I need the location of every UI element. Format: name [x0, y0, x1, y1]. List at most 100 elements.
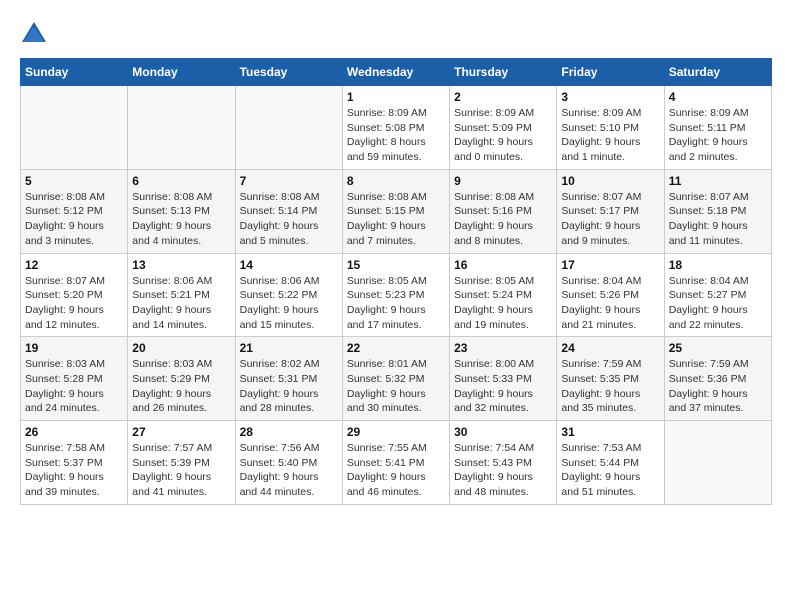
cell-info: Sunrise: 8:07 AMSunset: 5:17 PMDaylight:… [561, 190, 659, 249]
cell-info: Sunrise: 7:54 AMSunset: 5:43 PMDaylight:… [454, 441, 552, 500]
cell-info: Sunrise: 8:05 AMSunset: 5:24 PMDaylight:… [454, 274, 552, 333]
calendar-week-row: 12 Sunrise: 8:07 AMSunset: 5:20 PMDayligh… [21, 253, 772, 337]
calendar-cell: 7Sunrise: 8:08 AMSunset: 5:14 PMDaylight… [235, 169, 342, 253]
cell-info: Sunrise: 7:57 AMSunset: 5:39 PMDaylight:… [132, 441, 230, 500]
day-of-week-header: Monday [128, 59, 235, 86]
day-number: 1 [347, 90, 445, 104]
day-number: 6 [132, 174, 230, 188]
cell-info: Sunrise: 7:56 AMSunset: 5:40 PMDaylight:… [240, 441, 338, 500]
calendar-cell: 23 Sunrise: 8:00 AMSunset: 5:33 PMDayligh… [450, 337, 557, 421]
calendar-cell: 31Sunrise: 7:53 AMSunset: 5:44 PMDayligh… [557, 421, 664, 505]
calendar-cell: 5 Sunrise: 8:08 AMSunset: 5:12 PMDaylight… [21, 169, 128, 253]
calendar-cell: 4 Sunrise: 8:09 AMSunset: 5:11 PMDaylight… [664, 86, 771, 170]
calendar-week-row: 19 Sunrise: 8:03 AMSunset: 5:28 PMDayligh… [21, 337, 772, 421]
day-number: 14 [240, 258, 338, 272]
cell-info: Sunrise: 8:08 AMSunset: 5:16 PMDaylight:… [454, 190, 552, 249]
cell-info: Sunrise: 8:04 AMSunset: 5:27 PMDaylight:… [669, 274, 767, 333]
calendar-cell: 9 Sunrise: 8:08 AMSunset: 5:16 PMDaylight… [450, 169, 557, 253]
calendar-cell: 24 Sunrise: 7:59 AMSunset: 5:35 PMDayligh… [557, 337, 664, 421]
day-number: 22 [347, 341, 445, 355]
day-number: 17 [561, 258, 659, 272]
day-number: 13 [132, 258, 230, 272]
calendar-week-row: 1 Sunrise: 8:09 AMSunset: 5:08 PMDaylight… [21, 86, 772, 170]
calendar-cell: 21 Sunrise: 8:02 AMSunset: 5:31 PMDayligh… [235, 337, 342, 421]
day-number: 26 [25, 425, 123, 439]
day-number: 4 [669, 90, 767, 104]
calendar-cell: 30 Sunrise: 7:54 AMSunset: 5:43 PMDayligh… [450, 421, 557, 505]
cell-info: Sunrise: 8:09 AMSunset: 5:11 PMDaylight:… [669, 106, 767, 165]
day-number: 30 [454, 425, 552, 439]
cell-info: Sunrise: 8:06 AMSunset: 5:22 PMDaylight:… [240, 274, 338, 333]
cell-info: Sunrise: 7:53 AMSunset: 5:44 PMDaylight:… [561, 441, 659, 500]
cell-info: Sunrise: 8:03 AMSunset: 5:29 PMDaylight:… [132, 357, 230, 416]
calendar-cell: 13 Sunrise: 8:06 AMSunset: 5:21 PMDayligh… [128, 253, 235, 337]
day-number: 18 [669, 258, 767, 272]
calendar-cell: 14 Sunrise: 8:06 AMSunset: 5:22 PMDayligh… [235, 253, 342, 337]
day-number: 11 [669, 174, 767, 188]
day-number: 15 [347, 258, 445, 272]
calendar-cell: 19 Sunrise: 8:03 AMSunset: 5:28 PMDayligh… [21, 337, 128, 421]
day-number: 3 [561, 90, 659, 104]
day-of-week-header: Saturday [664, 59, 771, 86]
logo-icon [20, 20, 48, 48]
calendar-cell [128, 86, 235, 170]
calendar-cell: 3 Sunrise: 8:09 AMSunset: 5:10 PMDaylight… [557, 86, 664, 170]
day-number: 12 [25, 258, 123, 272]
calendar-cell: 18 Sunrise: 8:04 AMSunset: 5:27 PMDayligh… [664, 253, 771, 337]
calendar-table: SundayMondayTuesdayWednesdayThursdayFrid… [20, 58, 772, 505]
day-of-week-header: Thursday [450, 59, 557, 86]
calendar-cell: 16 Sunrise: 8:05 AMSunset: 5:24 PMDayligh… [450, 253, 557, 337]
cell-info: Sunrise: 7:59 AMSunset: 5:36 PMDaylight:… [669, 357, 767, 416]
day-number: 23 [454, 341, 552, 355]
day-of-week-header: Wednesday [342, 59, 449, 86]
cell-info: Sunrise: 8:01 AMSunset: 5:32 PMDaylight:… [347, 357, 445, 416]
calendar-cell: 11Sunrise: 8:07 AMSunset: 5:18 PMDayligh… [664, 169, 771, 253]
calendar-cell: 17 Sunrise: 8:04 AMSunset: 5:26 PMDayligh… [557, 253, 664, 337]
cell-info: Sunrise: 7:58 AMSunset: 5:37 PMDaylight:… [25, 441, 123, 500]
cell-info: Sunrise: 8:05 AMSunset: 5:23 PMDaylight:… [347, 274, 445, 333]
calendar-cell: 29Sunrise: 7:55 AMSunset: 5:41 PMDayligh… [342, 421, 449, 505]
calendar-cell: 22 Sunrise: 8:01 AMSunset: 5:32 PMDayligh… [342, 337, 449, 421]
cell-info: Sunrise: 8:09 AMSunset: 5:09 PMDaylight:… [454, 106, 552, 165]
cell-info: Sunrise: 8:08 AMSunset: 5:13 PMDaylight:… [132, 190, 230, 249]
day-number: 9 [454, 174, 552, 188]
calendar-cell: 28 Sunrise: 7:56 AMSunset: 5:40 PMDayligh… [235, 421, 342, 505]
day-number: 5 [25, 174, 123, 188]
cell-info: Sunrise: 8:09 AMSunset: 5:08 PMDaylight:… [347, 106, 445, 165]
calendar-cell: 2Sunrise: 8:09 AMSunset: 5:09 PMDaylight… [450, 86, 557, 170]
day-number: 10 [561, 174, 659, 188]
cell-info: Sunrise: 8:07 AMSunset: 5:20 PMDaylight:… [25, 274, 123, 333]
cell-info: Sunrise: 8:03 AMSunset: 5:28 PMDaylight:… [25, 357, 123, 416]
day-number: 27 [132, 425, 230, 439]
cell-info: Sunrise: 8:04 AMSunset: 5:26 PMDaylight:… [561, 274, 659, 333]
day-number: 7 [240, 174, 338, 188]
day-number: 25 [669, 341, 767, 355]
day-number: 28 [240, 425, 338, 439]
day-number: 19 [25, 341, 123, 355]
calendar-cell: 20Sunrise: 8:03 AMSunset: 5:29 PMDayligh… [128, 337, 235, 421]
calendar-header-row: SundayMondayTuesdayWednesdayThursdayFrid… [21, 59, 772, 86]
day-number: 16 [454, 258, 552, 272]
calendar-cell: 8Sunrise: 8:08 AMSunset: 5:15 PMDaylight… [342, 169, 449, 253]
calendar-cell: 26 Sunrise: 7:58 AMSunset: 5:37 PMDayligh… [21, 421, 128, 505]
calendar-cell: 6 Sunrise: 8:08 AMSunset: 5:13 PMDaylight… [128, 169, 235, 253]
day-number: 24 [561, 341, 659, 355]
cell-info: Sunrise: 7:59 AMSunset: 5:35 PMDaylight:… [561, 357, 659, 416]
calendar-cell: 10 Sunrise: 8:07 AMSunset: 5:17 PMDayligh… [557, 169, 664, 253]
page-header [20, 20, 772, 48]
cell-info: Sunrise: 8:06 AMSunset: 5:21 PMDaylight:… [132, 274, 230, 333]
day-of-week-header: Tuesday [235, 59, 342, 86]
cell-info: Sunrise: 8:09 AMSunset: 5:10 PMDaylight:… [561, 106, 659, 165]
cell-info: Sunrise: 8:00 AMSunset: 5:33 PMDaylight:… [454, 357, 552, 416]
calendar-cell [235, 86, 342, 170]
calendar-week-row: 26 Sunrise: 7:58 AMSunset: 5:37 PMDayligh… [21, 421, 772, 505]
cell-info: Sunrise: 8:02 AMSunset: 5:31 PMDaylight:… [240, 357, 338, 416]
calendar-cell: 15 Sunrise: 8:05 AMSunset: 5:23 PMDayligh… [342, 253, 449, 337]
cell-info: Sunrise: 8:08 AMSunset: 5:15 PMDaylight:… [347, 190, 445, 249]
cell-info: Sunrise: 8:08 AMSunset: 5:12 PMDaylight:… [25, 190, 123, 249]
calendar-cell: 27 Sunrise: 7:57 AMSunset: 5:39 PMDayligh… [128, 421, 235, 505]
calendar-cell: 25 Sunrise: 7:59 AMSunset: 5:36 PMDayligh… [664, 337, 771, 421]
day-number: 21 [240, 341, 338, 355]
calendar-cell: 12 Sunrise: 8:07 AMSunset: 5:20 PMDayligh… [21, 253, 128, 337]
logo [20, 20, 52, 48]
